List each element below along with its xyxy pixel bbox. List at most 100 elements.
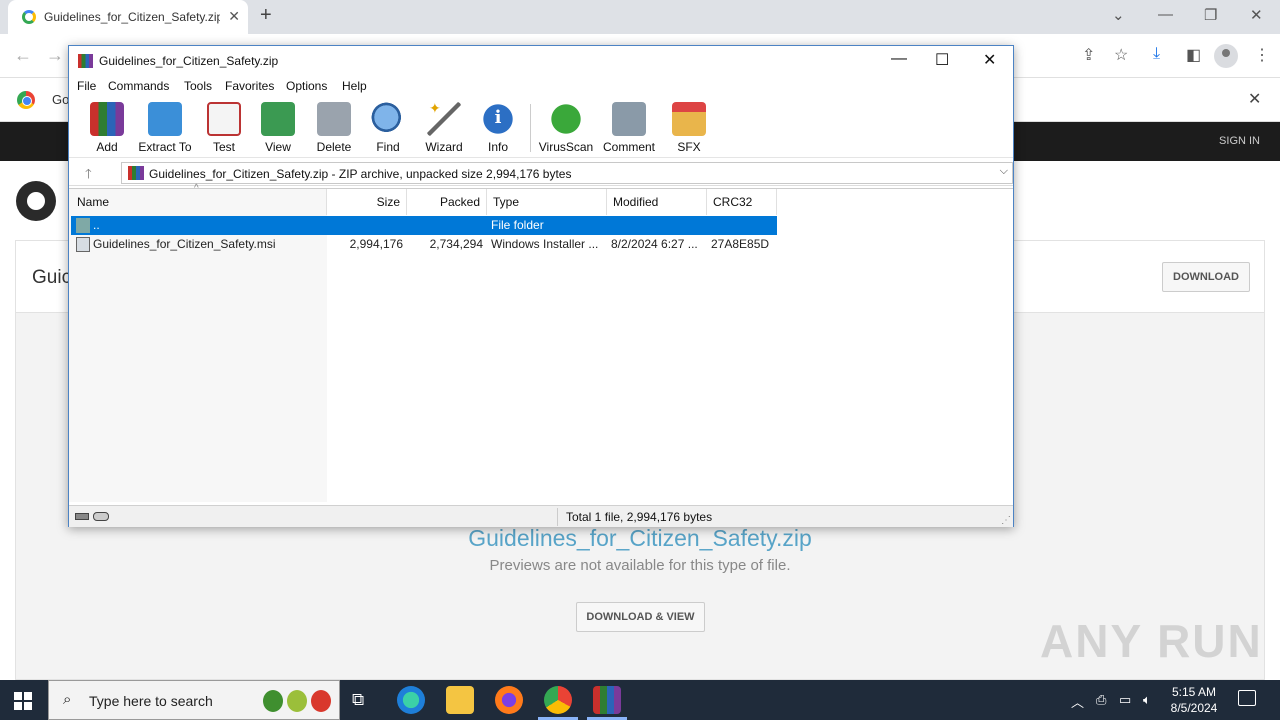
winrar-title: Guidelines_for_Citizen_Safety.zip — [99, 54, 279, 68]
taskbar-search-input[interactable]: ⌕ Type here to search — [48, 680, 340, 720]
browser-close-icon[interactable]: ✕ — [1250, 6, 1263, 24]
view-button[interactable]: View — [246, 102, 310, 156]
menu-help[interactable]: Help — [342, 79, 367, 93]
tab-search-chevron-icon[interactable]: ⌄ — [1112, 6, 1125, 24]
resize-grip-icon[interactable]: ⋰ — [1001, 515, 1011, 526]
browser-minimize-icon[interactable]: — — [1158, 6, 1173, 23]
downloads-icon[interactable]: ⤓ — [1153, 45, 1160, 63]
browser-menu-icon[interactable]: ⋮ — [1254, 45, 1270, 65]
row-packed: 2,734,294 — [429, 237, 483, 251]
info-icon — [481, 102, 515, 136]
sfx-label: SFX — [677, 140, 701, 154]
comment-button[interactable]: Comment — [597, 102, 661, 156]
sfx-button[interactable]: SFX — [657, 102, 721, 156]
comment-label: Comment — [602, 140, 655, 154]
bug-scan-icon — [549, 102, 583, 136]
notifications-icon[interactable] — [1238, 690, 1256, 706]
winrar-taskbar-icon[interactable] — [593, 686, 621, 714]
folder-extract-icon — [148, 102, 182, 136]
table-row[interactable]: .. File folder — [71, 216, 777, 235]
clock-date: 8/5/2024 — [1170, 701, 1218, 715]
task-view-icon[interactable]: ⧉ — [352, 690, 364, 710]
firefox-icon[interactable] — [495, 686, 523, 714]
browser-tab[interactable]: Guidelines_for_Citizen_Safety.zip ✕ — [8, 0, 248, 34]
page-title: Guic — [32, 267, 72, 288]
key-icon[interactable] — [93, 512, 109, 521]
forward-arrow-icon[interactable]: → — [46, 45, 64, 66]
drive-icon[interactable] — [75, 513, 89, 520]
find-button[interactable]: Find — [356, 102, 420, 156]
add-button[interactable]: Add — [75, 102, 139, 156]
taskbar-clock[interactable]: 5:15 AM 8/5/2024 — [1160, 684, 1228, 716]
chevron-down-icon[interactable]: ⌵ — [1000, 165, 1008, 178]
column-crc32[interactable]: CRC32 — [707, 189, 777, 215]
comment-icon — [612, 102, 646, 136]
winrar-app-icon — [78, 54, 93, 68]
volume-icon[interactable]: 🔈︎ — [1143, 692, 1151, 708]
winrar-maximize-icon[interactable]: ☐ — [935, 50, 949, 70]
column-packed[interactable]: Packed — [407, 189, 487, 215]
chrome-taskbar-icon[interactable] — [544, 686, 572, 714]
search-placeholder: Type here to search — [89, 693, 213, 709]
edge-browser-icon[interactable] — [397, 686, 425, 714]
winrar-close-icon[interactable]: ✕ — [983, 50, 996, 70]
magnifier-icon — [371, 102, 405, 136]
menu-tools[interactable]: Tools — [184, 79, 212, 93]
menu-options[interactable]: Options — [286, 79, 327, 93]
status-bar: Total 1 file, 2,994,176 bytes ⋰ — [69, 505, 1013, 527]
back-arrow-icon[interactable]: ← — [14, 45, 32, 66]
site-logo-icon[interactable] — [16, 181, 56, 221]
add-label: Add — [96, 140, 118, 154]
chrome-logo-icon — [17, 91, 35, 109]
winrar-minimize-icon[interactable]: — — [891, 50, 907, 68]
trash-icon — [317, 102, 351, 136]
tray-device-icon[interactable]: ⎙ — [1096, 692, 1106, 708]
msi-file-icon — [76, 237, 90, 252]
winrar-window: Guidelines_for_Citizen_Safety.zip — ☐ ✕ … — [68, 45, 1014, 527]
up-folder-arrow-icon[interactable]: 🡑 — [85, 165, 92, 187]
avocado-icon — [287, 690, 307, 712]
menu-commands[interactable]: Commands — [108, 79, 169, 93]
row-size: 2,994,176 — [349, 237, 403, 251]
row-name: .. — [93, 218, 100, 232]
extract-to-button[interactable]: Extract To — [133, 102, 197, 156]
column-name[interactable]: Name — [77, 189, 327, 215]
tab-close-icon[interactable]: ✕ — [228, 8, 240, 25]
sign-in-link[interactable]: SIGN IN — [1219, 135, 1260, 147]
winrar-toolbar: Add Extract To Test View Delete Find Wiz… — [69, 96, 1013, 158]
bookmark-star-icon[interactable]: ☆ — [1114, 45, 1128, 65]
column-modified[interactable]: Modified — [607, 189, 707, 215]
new-tab-button[interactable]: + — [260, 4, 272, 27]
column-type[interactable]: Type — [487, 189, 607, 215]
search-icon: ⌕ — [63, 691, 72, 708]
folder-up-icon — [76, 218, 90, 233]
tray-chevron-up-icon[interactable]: ︿ — [1071, 692, 1084, 711]
side-panel-icon[interactable]: ◧ — [1186, 45, 1201, 65]
infobar-close-icon[interactable]: ✕ — [1248, 89, 1261, 109]
archive-path-dropdown[interactable]: Guidelines_for_Citizen_Safety.zip - ZIP … — [121, 162, 1013, 184]
row-type: File folder — [491, 218, 544, 232]
checklist-icon — [207, 102, 241, 136]
row-name: Guidelines_for_Citizen_Safety.msi — [93, 237, 276, 251]
download-view-button[interactable]: DOWNLOAD & VIEW — [576, 602, 705, 632]
winrar-menubar: File Commands Tools Favorites Options He… — [69, 76, 1013, 96]
network-icon[interactable]: ▭ — [1119, 692, 1131, 708]
winrar-titlebar[interactable]: Guidelines_for_Citizen_Safety.zip — ☐ ✕ — [69, 46, 1013, 76]
find-label: Find — [376, 140, 400, 154]
address-bar: 🡑 Guidelines_for_Citizen_Safety.zip - ZI… — [69, 160, 1013, 186]
status-separator — [557, 508, 558, 526]
browser-restore-icon[interactable]: ❐ — [1204, 6, 1217, 24]
windows-start-icon[interactable] — [14, 692, 32, 710]
infobar-text: Go — [52, 92, 70, 107]
virusscan-button[interactable]: VirusScan — [534, 102, 598, 156]
column-size[interactable]: Size — [327, 189, 407, 215]
file-explorer-icon[interactable] — [446, 686, 474, 714]
menu-favorites[interactable]: Favorites — [225, 79, 274, 93]
menu-file[interactable]: File — [77, 79, 96, 93]
info-button[interactable]: Info — [466, 102, 530, 156]
share-icon[interactable]: ⇪ — [1082, 45, 1095, 65]
download-button[interactable]: DOWNLOAD — [1162, 262, 1250, 292]
profile-avatar-icon[interactable] — [1214, 44, 1238, 68]
table-row[interactable]: Guidelines_for_Citizen_Safety.msi 2,994,… — [71, 235, 777, 254]
virusscan-label: VirusScan — [538, 140, 594, 154]
